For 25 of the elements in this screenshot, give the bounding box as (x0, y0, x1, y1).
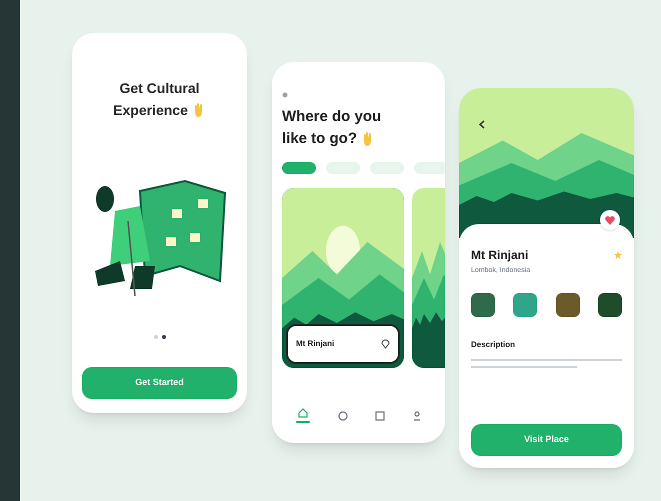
photo-placeholder[interactable] (471, 292, 495, 316)
nav-active-indicator (296, 421, 310, 423)
pin-icon[interactable] (381, 339, 390, 349)
photo-placeholder[interactable] (598, 292, 622, 316)
profile-icon[interactable] (413, 410, 422, 420)
card-title: Mt Rinjani (296, 338, 334, 350)
visit-place-button[interactable]: Visit Place (471, 424, 622, 456)
calendar-icon[interactable] (375, 410, 386, 420)
onboarding-title: Get Cultural (119, 79, 200, 98)
back-chevron-icon[interactable] (479, 120, 485, 129)
home-icon[interactable] (298, 408, 308, 418)
onboarding-title: Experience (113, 101, 188, 120)
get-started-button[interactable]: Get Started (82, 367, 237, 399)
place-title: Mt Rinjani (471, 247, 528, 264)
star-icon (614, 251, 622, 259)
explore-title: Where do you (282, 107, 382, 127)
search-icon[interactable] (338, 410, 348, 420)
photo-placeholder[interactable] (556, 292, 580, 316)
heart-icon (605, 216, 615, 224)
destination-card[interactable]: Mt Rinjani (282, 188, 404, 368)
location-pin-icon (282, 92, 288, 100)
explore-title: like to go? (282, 129, 357, 149)
description-heading: Description (471, 338, 516, 350)
favorite-button[interactable] (600, 210, 620, 230)
category-chip[interactable] (282, 162, 316, 174)
